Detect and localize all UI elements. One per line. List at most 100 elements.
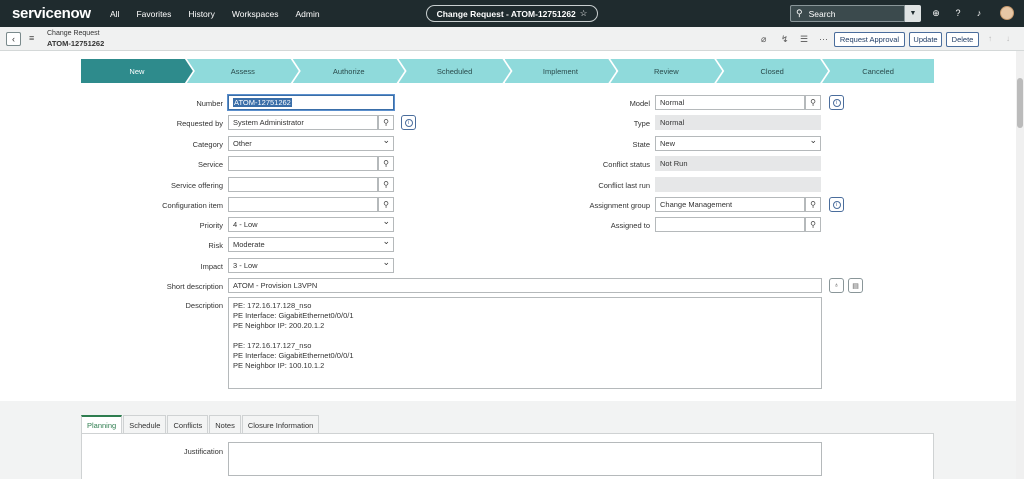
state-label: State xyxy=(632,140,650,149)
nav-link-admin[interactable]: Admin xyxy=(295,9,319,19)
nav-links: All Favorites History Workspaces Admin xyxy=(110,9,337,19)
state-progress-bar: New Assess Authorize Scheduled Implement… xyxy=(81,59,934,83)
delete-button[interactable]: Delete xyxy=(946,32,979,47)
stage-canceled: Canceled xyxy=(822,59,934,83)
user-avatar[interactable] xyxy=(1000,6,1014,20)
priority-label: Priority xyxy=(199,221,223,230)
service-field[interactable] xyxy=(228,156,378,171)
info-icon: i xyxy=(832,98,841,107)
impact-label: Impact xyxy=(200,262,223,271)
settings-sliders-icon[interactable]: ☰ xyxy=(800,34,808,45)
number-value: ATOM-12751262 xyxy=(233,98,292,107)
risk-select[interactable]: Moderate xyxy=(228,236,394,252)
globe-icon[interactable]: ⊕ xyxy=(931,8,941,18)
nav-link-history[interactable]: History xyxy=(188,9,214,19)
configuration-item-field[interactable] xyxy=(228,197,378,212)
assignment-group-info-button[interactable]: i xyxy=(829,197,844,212)
short-description-field[interactable]: ATOM - Provision L3VPN xyxy=(228,278,822,293)
context-title-pill[interactable]: Change Request - ATOM-12751262 ☆ xyxy=(426,5,598,22)
description-line: PE Interface: GigabitEthernet0/0/0/1 xyxy=(233,311,354,320)
model-field[interactable]: Normal xyxy=(655,95,805,110)
conflict-last-run-field xyxy=(655,177,821,192)
description-line: PE Neighbor IP: 100.10.1.2 xyxy=(233,361,325,370)
arrow-down-icon[interactable]: ↓ xyxy=(1006,34,1010,43)
risk-label: Risk xyxy=(208,241,223,250)
model-info-button[interactable]: i xyxy=(829,95,844,110)
caret-down-icon: ▼ xyxy=(909,10,917,17)
assigned-to-label: Assigned to xyxy=(610,221,650,230)
description-line: PE: 172.16.17.127_nso xyxy=(233,341,312,350)
type-label: Type xyxy=(633,119,650,128)
bell-icon[interactable]: ♪ xyxy=(974,8,984,18)
top-navigation-bar: servicenow All Favorites History Workspa… xyxy=(0,0,1024,27)
tab-schedule[interactable]: Schedule xyxy=(123,415,167,434)
search-icon: ⚲ xyxy=(796,8,803,18)
justification-label: Justification xyxy=(183,447,223,456)
tab-conflicts[interactable]: Conflicts xyxy=(167,415,209,434)
assignment-group-label: Assignment group xyxy=(589,201,650,210)
requested-by-lookup-search-icon[interactable]: ⚲ xyxy=(378,115,394,130)
service-lookup-search-icon[interactable]: ⚲ xyxy=(378,156,394,171)
description-textarea[interactable]: PE: 172.16.17.128_nso PE Interface: Giga… xyxy=(228,297,822,389)
assignment-group-field[interactable]: Change Management xyxy=(655,197,805,212)
star-icon[interactable]: ☆ xyxy=(580,8,588,19)
nav-link-workspaces[interactable]: Workspaces xyxy=(232,9,279,19)
form-header: ‹ ≡ Change Request ATOM-12751262 ⌀ ↯ ☰ ·… xyxy=(0,27,1024,51)
conflict-status-label: Conflict status xyxy=(602,160,650,169)
knowledge-book-icon[interactable]: ▤ xyxy=(848,278,863,293)
chevron-left-icon: ‹ xyxy=(12,34,15,44)
model-lookup-search-icon[interactable]: ⚲ xyxy=(805,95,821,110)
requested-by-info-button[interactable]: i xyxy=(401,115,416,130)
nav-link-all[interactable]: All xyxy=(110,9,119,19)
back-button[interactable]: ‹ xyxy=(6,32,21,46)
assigned-to-lookup-search-icon[interactable]: ⚲ xyxy=(805,217,821,232)
short-description-label: Short description xyxy=(166,282,223,291)
activity-icon[interactable]: ↯ xyxy=(781,34,789,45)
model-label: Model xyxy=(629,99,650,108)
nav-link-favorites[interactable]: Favorites xyxy=(136,9,171,19)
record-type-title: Change Request xyxy=(47,30,100,37)
stage-assess: Assess xyxy=(187,59,299,83)
search-scope-dropdown[interactable]: ▼ xyxy=(905,5,921,22)
description-label: Description xyxy=(185,301,223,310)
tab-planning[interactable]: Planning xyxy=(81,415,123,434)
attachment-icon[interactable]: ⌀ xyxy=(761,34,766,45)
justification-textarea[interactable] xyxy=(228,442,822,476)
help-icon[interactable]: ? xyxy=(953,8,963,18)
description-line: PE: 172.16.17.128_nso xyxy=(233,301,312,310)
description-line: PE Neighbor IP: 200.20.1.2 xyxy=(233,321,325,330)
tab-notes[interactable]: Notes xyxy=(209,415,241,434)
number-label: Number xyxy=(196,99,223,108)
state-select[interactable]: New xyxy=(655,135,821,151)
number-field[interactable]: ATOM-12751262 xyxy=(228,95,394,110)
service-offering-lookup-search-icon[interactable]: ⚲ xyxy=(378,177,394,192)
category-select[interactable]: Other xyxy=(228,135,394,151)
request-approval-button[interactable]: Request Approval xyxy=(834,32,905,47)
servicenow-logo[interactable]: servicenow xyxy=(12,5,91,22)
more-options-icon[interactable]: ··· xyxy=(819,34,828,44)
info-icon: i xyxy=(832,200,841,209)
record-number-title: ATOM-12751262 xyxy=(47,39,105,48)
context-menu-icon[interactable]: ≡ xyxy=(29,33,34,43)
suggestion-lightbulb-icon[interactable]: ♁ xyxy=(829,278,844,293)
service-offering-field[interactable] xyxy=(228,177,378,192)
description-line xyxy=(233,331,817,341)
global-search-input[interactable]: ⚲ Search xyxy=(790,5,905,22)
impact-select[interactable]: 3 - Low xyxy=(228,257,394,273)
assignment-group-lookup-search-icon[interactable]: ⚲ xyxy=(805,197,821,212)
type-field: Normal xyxy=(655,115,821,130)
priority-select[interactable]: 4 - Low xyxy=(228,216,394,232)
update-button[interactable]: Update xyxy=(909,32,942,47)
stage-review: Review xyxy=(610,59,722,83)
category-label: Category xyxy=(192,140,223,149)
tab-closure-information[interactable]: Closure Information xyxy=(241,415,320,434)
configuration-item-lookup-search-icon[interactable]: ⚲ xyxy=(378,197,394,212)
context-title: Change Request - ATOM-12751262 xyxy=(436,8,576,19)
brand-text: servicenow xyxy=(12,5,91,22)
scrollbar-thumb[interactable] xyxy=(1017,78,1023,128)
assigned-to-field[interactable] xyxy=(655,217,805,232)
configuration-item-label: Configuration item xyxy=(162,201,223,210)
arrow-up-icon[interactable]: ↑ xyxy=(988,34,992,43)
info-icon: i xyxy=(404,118,413,127)
requested-by-field[interactable]: System Administrator xyxy=(228,115,378,130)
